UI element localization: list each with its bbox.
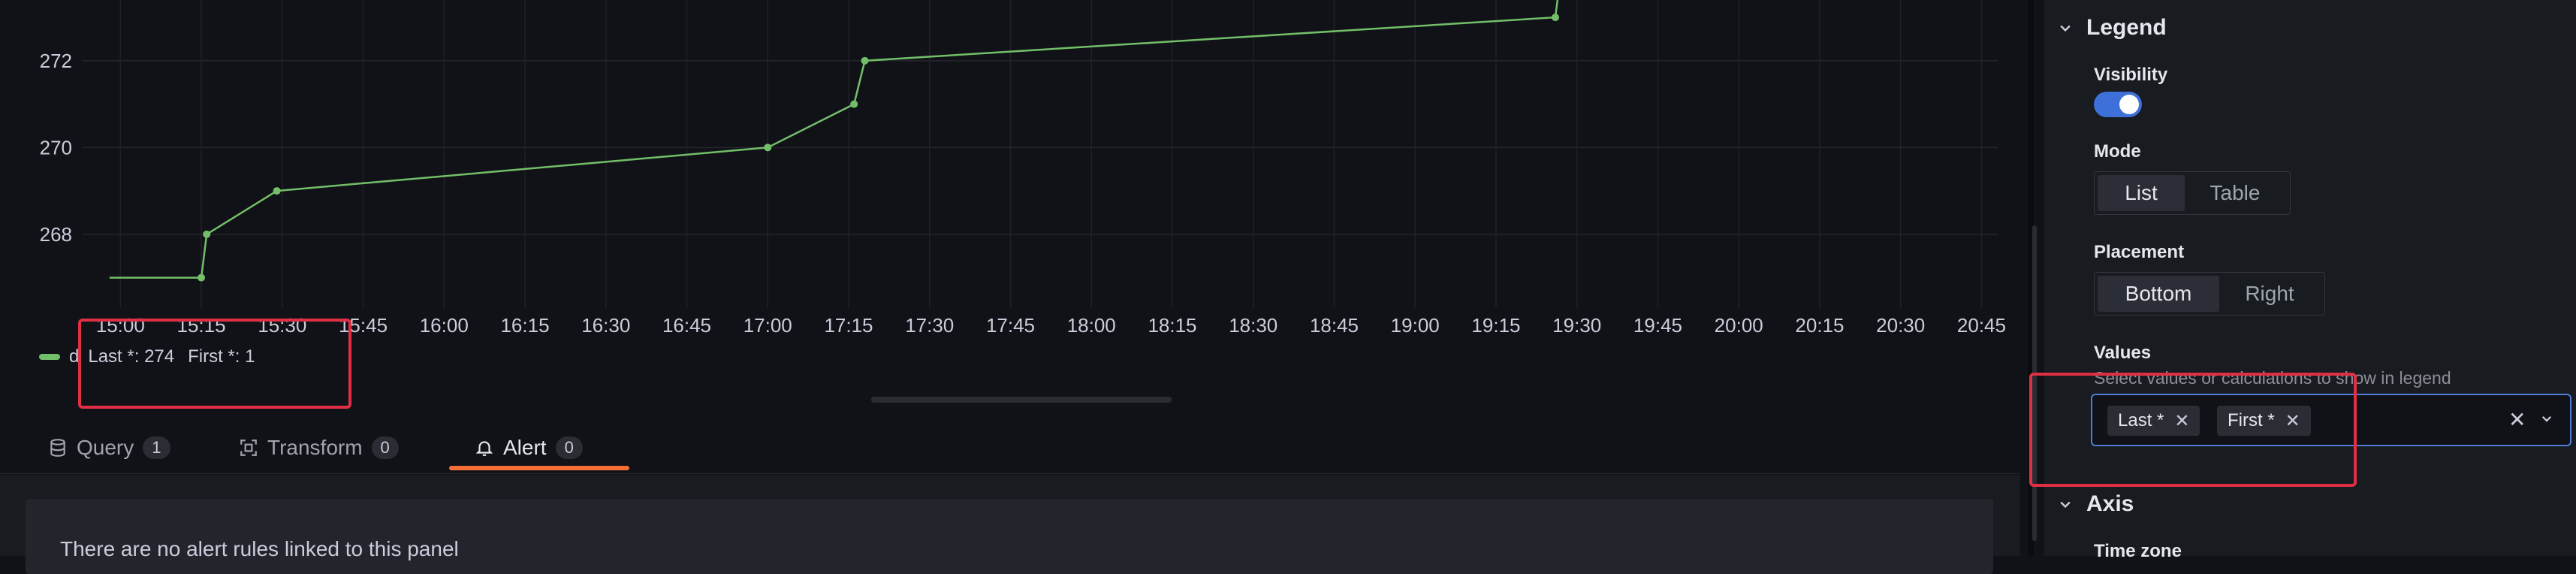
database-icon: [50, 439, 65, 457]
tab-transform[interactable]: Transform 0: [239, 433, 399, 463]
x-tick-label: 18:30: [1229, 314, 1277, 337]
remove-chip-icon[interactable]: ✕: [2174, 410, 2189, 432]
visibility-label: Visibility: [2094, 65, 2168, 85]
tab-query[interactable]: Query 1: [48, 433, 170, 463]
placement-radio-group: Bottom Right: [2094, 272, 2325, 316]
x-tick-label: 16:00: [420, 314, 469, 337]
x-tick-label: 20:30: [1876, 314, 1925, 337]
editor-tabs: Query 1 Transform 0 Alert 0: [0, 421, 2020, 474]
x-tick-label: 19:00: [1391, 314, 1440, 337]
visibility-toggle[interactable]: [2094, 92, 2142, 117]
values-multiselect[interactable]: Last * ✕ First * ✕: [2091, 394, 2571, 446]
vertical-scrollbar[interactable]: [2032, 225, 2037, 541]
x-tick-label: 20:45: [1957, 314, 2006, 337]
values-label: Values: [2094, 343, 2152, 363]
x-tick-label: 15:15: [176, 314, 225, 337]
x-tick-label: 16:15: [500, 314, 549, 337]
x-tick-label: 15:45: [339, 314, 388, 337]
legend-last-value: Last *: 274: [88, 346, 175, 367]
clear-values-icon[interactable]: ✕: [2508, 407, 2526, 432]
time-series-chart: 268 270 272 15:00 15:15 15:30 15:45 16:00 16:15…: [40, 0, 2006, 337]
x-tick-label: 19:45: [1633, 314, 1682, 337]
y-tick-label: 268: [40, 223, 72, 246]
x-tick-label: 18:15: [1148, 314, 1196, 337]
data-point[interactable]: [850, 100, 858, 108]
tab-transform-count: 0: [371, 437, 399, 459]
tab-query-count: 1: [143, 437, 170, 459]
chevron-down-icon: [2060, 25, 2071, 32]
x-tick-label: 15:30: [258, 314, 306, 337]
data-point[interactable]: [273, 187, 281, 195]
series-line: [109, 0, 1559, 279]
tab-alert-label: Alert: [503, 436, 547, 459]
placement-option-right[interactable]: Right: [2219, 276, 2320, 312]
mode-option-table[interactable]: Table: [2185, 175, 2285, 211]
tab-transform-label: Transform: [267, 436, 363, 459]
value-chip-first: First * ✕: [2217, 406, 2311, 436]
horizontal-scrollbar[interactable]: [871, 397, 1172, 403]
tab-alert-count: 0: [555, 437, 583, 459]
y-tick-label: 272: [40, 50, 72, 72]
mode-label: Mode: [2094, 141, 2141, 162]
x-tick-label: 18:00: [1067, 314, 1116, 337]
value-chip-last: Last * ✕: [2107, 406, 2200, 436]
x-tick-label: 18:45: [1310, 314, 1359, 337]
legend-section-header[interactable]: Legend: [2058, 15, 2167, 41]
timezone-label: Time zone: [2094, 541, 2182, 561]
value-chip-label: Last *: [2118, 410, 2164, 430]
data-point[interactable]: [1551, 14, 1559, 22]
x-tick-label: 19:30: [1552, 314, 1601, 337]
legend-swatch: [39, 354, 60, 360]
data-point[interactable]: [203, 230, 211, 238]
data-point[interactable]: [764, 144, 772, 152]
transform-icon: [240, 440, 257, 456]
tab-alert[interactable]: Alert 0: [475, 433, 583, 463]
x-tick-label: 17:00: [744, 314, 792, 337]
chart-legend: d Last *: 274 First *: 1: [39, 344, 255, 370]
x-tick-label: 17:45: [986, 314, 1035, 337]
x-tick-label: 20:00: [1715, 314, 1763, 337]
x-tick-label: 20:15: [1795, 314, 1844, 337]
bell-icon: [475, 441, 493, 456]
y-tick-label: 270: [40, 136, 72, 159]
data-point[interactable]: [198, 273, 206, 282]
x-tick-label: 15:00: [96, 314, 145, 337]
x-tick-label: 17:30: [905, 314, 954, 337]
data-point[interactable]: [861, 56, 869, 65]
legend-first-value: First *: 1: [188, 346, 255, 367]
remove-chip-icon[interactable]: ✕: [2285, 410, 2300, 432]
x-tick-label: 16:45: [662, 314, 711, 337]
x-tick-label: 17:15: [824, 314, 873, 337]
x-tick-label: 19:15: [1471, 314, 1520, 337]
values-description: Select values or calculations to show in…: [2094, 368, 2451, 388]
legend-series-name[interactable]: d: [69, 346, 79, 367]
active-tab-indicator: [449, 466, 629, 470]
toggle-knob: [2119, 95, 2139, 114]
value-chip-label: First *: [2228, 410, 2275, 430]
alert-empty-text: There are no alert rules linked to this …: [60, 537, 459, 560]
x-tick-label: 16:30: [581, 314, 630, 337]
mode-radio-group: List Table: [2094, 171, 2291, 215]
axis-section-title: Axis: [2086, 491, 2134, 516]
mode-option-list[interactable]: List: [2098, 175, 2185, 211]
legend-section-title: Legend: [2086, 15, 2167, 40]
chevron-down-icon: [2060, 501, 2071, 509]
alert-empty-box: [26, 499, 1993, 574]
placement-label: Placement: [2094, 242, 2185, 262]
placement-option-bottom[interactable]: Bottom: [2098, 276, 2219, 312]
chevron-down-icon[interactable]: [2540, 412, 2553, 425]
axis-section-header[interactable]: Axis: [2058, 491, 2134, 517]
tab-query-label: Query: [77, 436, 134, 459]
